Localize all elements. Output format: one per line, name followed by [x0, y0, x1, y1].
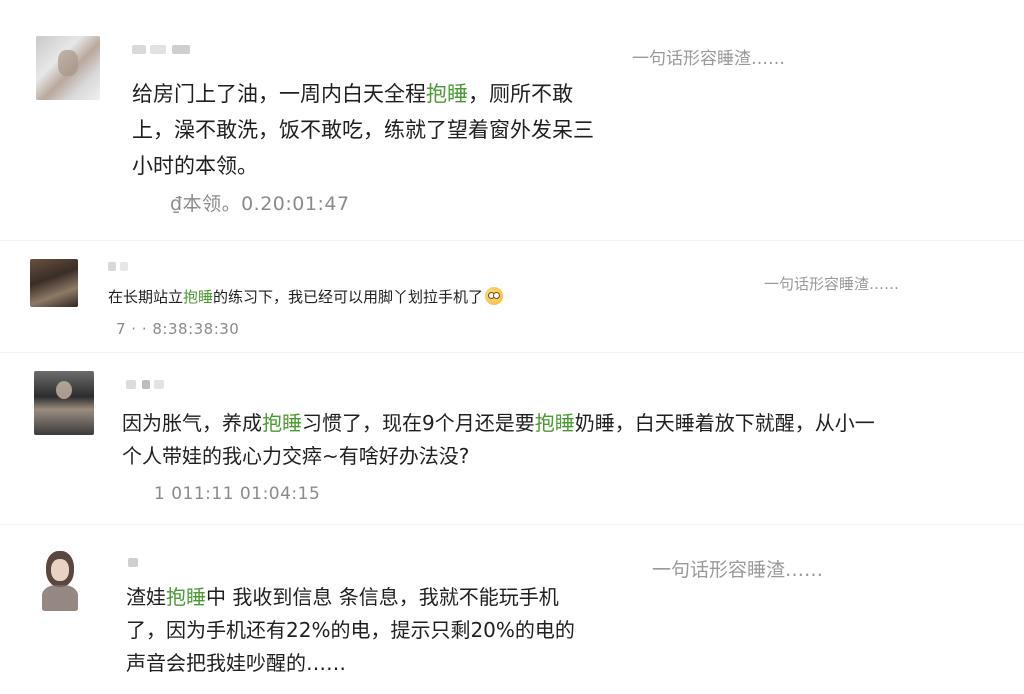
- comment-card: 因为胀气，养成抱睡习惯了，现在9个月还是要抱睡奶睡，白天睡着放下就醒，从小一 个…: [0, 353, 1024, 523]
- username[interactable]: [132, 42, 194, 56]
- comment-text: 渣娃抱睡中 我收到信息 条信息，我就不能玩手机 了，因为手机还有22%的电，提示…: [126, 585, 575, 675]
- comment-text: 给房门上了油，一周内白天全程抱睡，厕所不敢 上，澡不敢洗，饭不敢吃，练就了望着窗…: [132, 82, 594, 178]
- comment-text: 在长期站立抱睡的练习下，我已经可以用脚丫划拉手机了: [108, 285, 504, 309]
- dizzy-face-emoji: [485, 287, 504, 305]
- comment-text: 因为胀气，养成抱睡习惯了，现在9个月还是要抱睡奶睡，白天睡着放下就醒，从小一 个…: [122, 411, 875, 468]
- source-label: 一句话形容睡渣……: [652, 559, 824, 581]
- avatar[interactable]: [34, 371, 94, 435]
- source-label: 一句话形容睡渣……: [632, 49, 785, 69]
- timestamp: 1 011:11 01:04:15: [154, 484, 321, 504]
- timestamp: ₫本领。0.20:01:47: [170, 193, 350, 215]
- username[interactable]: [128, 555, 140, 569]
- comment-list-screenshot: 一句话形容睡渣…… 给房门上了油，一周内白天全程抱睡，厕所不敢 上，澡不敢洗，饭…: [0, 0, 1024, 694]
- timestamp: 7 · · 8:38:38:30: [116, 320, 240, 338]
- avatar[interactable]: [30, 259, 78, 307]
- comment-card: 一句话形容睡渣…… 在长期站立抱睡的练习下，我已经可以用脚丫划拉手机了 7 · …: [0, 241, 1024, 351]
- avatar[interactable]: [36, 36, 100, 100]
- comment-card: 一句话形容睡渣…… 渣娃抱睡中 我收到信息 条信息，我就不能玩手机 了，因为手机…: [0, 525, 1024, 694]
- source-label: 一句话形容睡渣……: [764, 275, 900, 293]
- avatar[interactable]: [32, 545, 88, 615]
- username[interactable]: [126, 377, 166, 391]
- comment-card: 一句话形容睡渣…… 给房门上了油，一周内白天全程抱睡，厕所不敢 上，澡不敢洗，饭…: [0, 0, 1024, 240]
- username[interactable]: [108, 259, 132, 273]
